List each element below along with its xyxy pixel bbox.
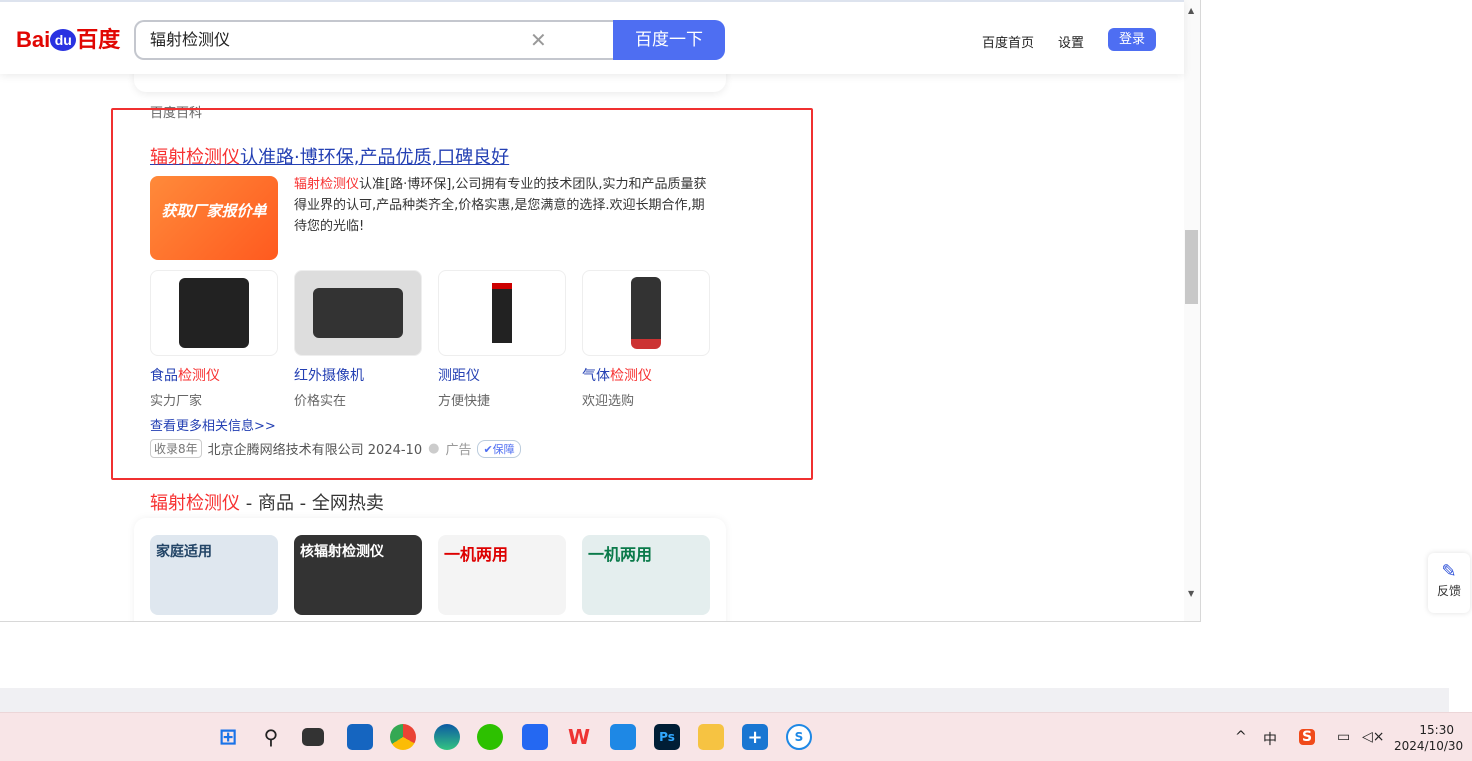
- notepad-icon[interactable]: [610, 724, 636, 750]
- security-app-icon[interactable]: [522, 724, 548, 750]
- product-image[interactable]: [438, 270, 566, 356]
- ad-result-title[interactable]: 辐射检测仪认准路·博环保,产品优质,口碑良好: [150, 143, 509, 169]
- scroll-down-icon[interactable]: ▼: [1188, 589, 1194, 598]
- browser-viewport: 百度百科 辐射检测仪认准路·博环保,产品优质,口碑良好 获取厂家报价单 辐射检测…: [0, 0, 1201, 622]
- sogou-browser-icon[interactable]: S: [786, 724, 812, 750]
- product-image[interactable]: [294, 270, 422, 356]
- sogou-ime-icon[interactable]: S: [1299, 729, 1316, 745]
- chrome-icon[interactable]: [390, 724, 416, 750]
- clock[interactable]: 15:30 2024/10/30: [1394, 722, 1463, 754]
- settings-link[interactable]: 设置: [1058, 32, 1084, 51]
- goods-item[interactable]: 一机两用: [438, 535, 566, 615]
- goods-item[interactable]: 核辐射检测仪: [294, 535, 422, 615]
- goods-section-title[interactable]: 辐射检测仪 - 商品 - 全网热卖: [150, 489, 384, 515]
- file-explorer-icon[interactable]: [698, 724, 724, 750]
- wechat-icon[interactable]: [477, 724, 503, 750]
- volume-muted-icon[interactable]: ◁×: [1362, 729, 1385, 745]
- more-info-link[interactable]: 查看更多相关信息>>: [150, 415, 276, 434]
- ad-meta: 收录8年 北京企腾网络技术有限公司 2024-10 ● 广告 ✔保障: [150, 439, 521, 458]
- show-hidden-icons[interactable]: ^: [1235, 729, 1247, 745]
- feedback-button[interactable]: ✎ 反馈: [1428, 553, 1470, 613]
- network-icon[interactable]: ▭: [1337, 729, 1350, 745]
- goods-item[interactable]: 一机两用: [582, 535, 710, 615]
- product-item[interactable]: 气体检测仪 欢迎选购: [582, 270, 710, 409]
- clear-icon[interactable]: ✕: [530, 28, 547, 52]
- login-button[interactable]: 登录: [1108, 28, 1156, 51]
- window-bottom: [0, 688, 1449, 712]
- home-link[interactable]: 百度首页: [982, 32, 1034, 51]
- product-item[interactable]: 测距仪 方便快捷: [438, 270, 566, 409]
- search-icon[interactable]: ⚲: [258, 724, 284, 750]
- scroll-up-icon[interactable]: ▲: [1188, 6, 1194, 15]
- taskbar: ⊞ ⚲ W Ps + S ^ 中 S ▭ ◁× 15:30 2024/10/30: [0, 712, 1472, 761]
- edge-icon[interactable]: [434, 724, 460, 750]
- pen-icon: ✎: [1441, 561, 1457, 582]
- search-header: Bai du 百度 辐射检测仪 ✕ 百度一下 百度首页 设置 登录: [0, 0, 1184, 74]
- search-button[interactable]: 百度一下: [613, 20, 725, 60]
- product-item[interactable]: 红外摄像机 价格实在: [294, 270, 422, 409]
- widgets-icon[interactable]: [347, 724, 373, 750]
- snipping-tool-icon[interactable]: +: [742, 724, 768, 750]
- shield-icon: ✔: [483, 442, 493, 456]
- chevron-down-icon[interactable]: ●: [428, 441, 439, 456]
- task-view-icon[interactable]: [302, 728, 324, 746]
- product-image[interactable]: [582, 270, 710, 356]
- wps-icon[interactable]: W: [566, 724, 592, 750]
- ad-description: 辐射检测仪认准[路·博环保],公司拥有专业的技术团队,实力和产品质量获得业界的认…: [294, 177, 707, 234]
- ad-banner-image[interactable]: 获取厂家报价单: [150, 176, 278, 260]
- product-item[interactable]: 食品检测仪 实力厂家: [150, 270, 278, 409]
- scrollbar-thumb[interactable]: [1185, 230, 1198, 304]
- baidu-logo[interactable]: Bai du 百度: [16, 22, 120, 54]
- ime-indicator[interactable]: 中: [1263, 729, 1277, 749]
- scrollbar[interactable]: [1184, 0, 1200, 621]
- product-image[interactable]: [150, 270, 278, 356]
- photoshop-icon[interactable]: Ps: [654, 724, 680, 750]
- goods-item[interactable]: 家庭适用: [150, 535, 278, 615]
- guarantee-badge[interactable]: ✔保障: [477, 439, 521, 458]
- windows-start-icon[interactable]: ⊞: [215, 724, 241, 750]
